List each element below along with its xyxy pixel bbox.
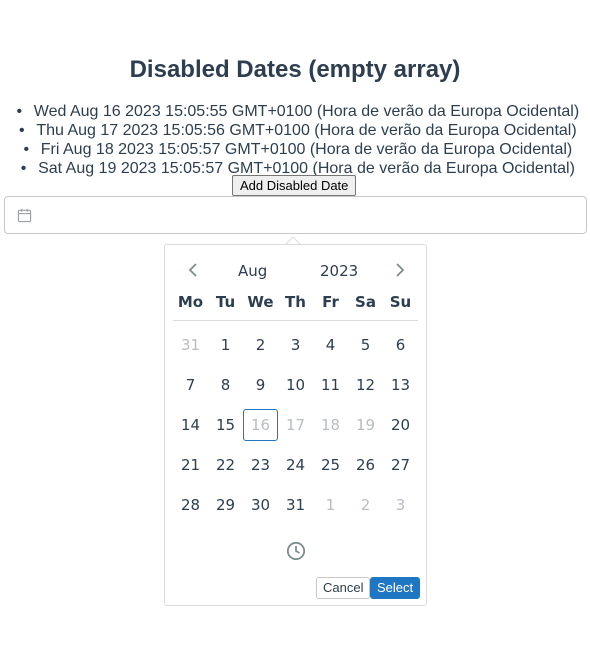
list-item: Fri Aug 18 2023 15:05:57 GMT+0100 (Hora … — [0, 140, 590, 159]
weekday-label: Fr — [322, 293, 339, 311]
calendar-day[interactable]: 20 — [383, 409, 418, 441]
weekday-header: Mo Tu We Th Fr Sa Su — [173, 293, 418, 321]
weekday-label: Tu — [215, 293, 236, 311]
calendar-day[interactable]: 31 — [278, 489, 313, 521]
disabled-dates-list: Wed Aug 16 2023 15:05:55 GMT+0100 (Hora … — [0, 102, 590, 178]
calendar-day[interactable]: 25 — [313, 449, 348, 481]
calendar-day[interactable]: 10 — [278, 369, 313, 401]
calendar-day[interactable]: 29 — [208, 489, 243, 521]
calendar-day[interactable]: 5 — [348, 329, 383, 361]
calendar-day[interactable]: 7 — [173, 369, 208, 401]
calendar-day: 17 — [285, 416, 306, 434]
calendar-day[interactable]: 27 — [383, 449, 418, 481]
month-selector[interactable]: Aug — [238, 262, 267, 280]
calendar-day[interactable]: 14 — [173, 409, 208, 441]
calendar-day: 1 — [325, 496, 336, 514]
calendar-day[interactable]: 1 — [208, 329, 243, 361]
calendar-day: 18 — [320, 416, 341, 434]
calendar-day: 19 — [355, 416, 376, 434]
cancel-button[interactable]: Cancel — [316, 577, 371, 599]
calendar-icon — [17, 208, 32, 223]
calendar-day[interactable]: 24 — [278, 449, 313, 481]
calendar-grid: 31 1 2 3 4 5 6 7 8 9 10 11 12 13 14 15 16 17 18 19 20 21 22 23 2… — [173, 325, 418, 525]
year-selector[interactable]: 2023 — [320, 262, 358, 280]
calendar-day[interactable]: 2 — [243, 329, 278, 361]
calendar-day[interactable]: 12 — [348, 369, 383, 401]
calendar-day[interactable]: 13 — [383, 369, 418, 401]
list-item: Thu Aug 17 2023 15:05:56 GMT+0100 (Hora … — [0, 121, 590, 140]
calendar-day[interactable]: 9 — [243, 369, 278, 401]
weekday-label: We — [247, 293, 274, 311]
calendar-day[interactable]: 15 — [208, 409, 243, 441]
calendar-day[interactable]: 6 — [383, 329, 418, 361]
calendar-day[interactable]: 11 — [313, 369, 348, 401]
page-title: Disabled Dates (empty array) — [129, 56, 461, 83]
chevron-left-icon[interactable] — [182, 261, 204, 279]
calendar-day: 16 — [243, 409, 278, 441]
calendar-day: 31 — [180, 336, 201, 354]
calendar-day[interactable]: 23 — [243, 449, 278, 481]
calendar-day[interactable]: 28 — [173, 489, 208, 521]
select-button[interactable]: Select — [370, 577, 421, 599]
list-item: Wed Aug 16 2023 15:05:55 GMT+0100 (Hora … — [0, 102, 590, 121]
date-input[interactable] — [4, 196, 587, 234]
add-disabled-date-button[interactable]: Add Disabled Date — [232, 175, 357, 196]
calendar-day[interactable]: 21 — [173, 449, 208, 481]
calendar-day[interactable]: 30 — [243, 489, 278, 521]
clock-icon[interactable] — [286, 541, 306, 561]
calendar-day[interactable]: 4 — [313, 329, 348, 361]
weekday-label: Mo — [177, 293, 204, 311]
calendar-day: 3 — [395, 496, 406, 514]
weekday-label: Sa — [355, 293, 376, 311]
calendar-day[interactable]: 26 — [348, 449, 383, 481]
calendar-day: 2 — [360, 496, 371, 514]
weekday-label: Su — [389, 293, 412, 311]
calendar-day[interactable]: 22 — [208, 449, 243, 481]
calendar-day[interactable]: 8 — [208, 369, 243, 401]
calendar-day[interactable]: 3 — [278, 329, 313, 361]
weekday-label: Th — [285, 293, 306, 311]
datepicker-popover: Aug 2023 Mo Tu We Th Fr Sa Su 31 1 2 3 4 5 6 7 8… — [164, 244, 427, 606]
chevron-right-icon[interactable] — [389, 261, 411, 279]
